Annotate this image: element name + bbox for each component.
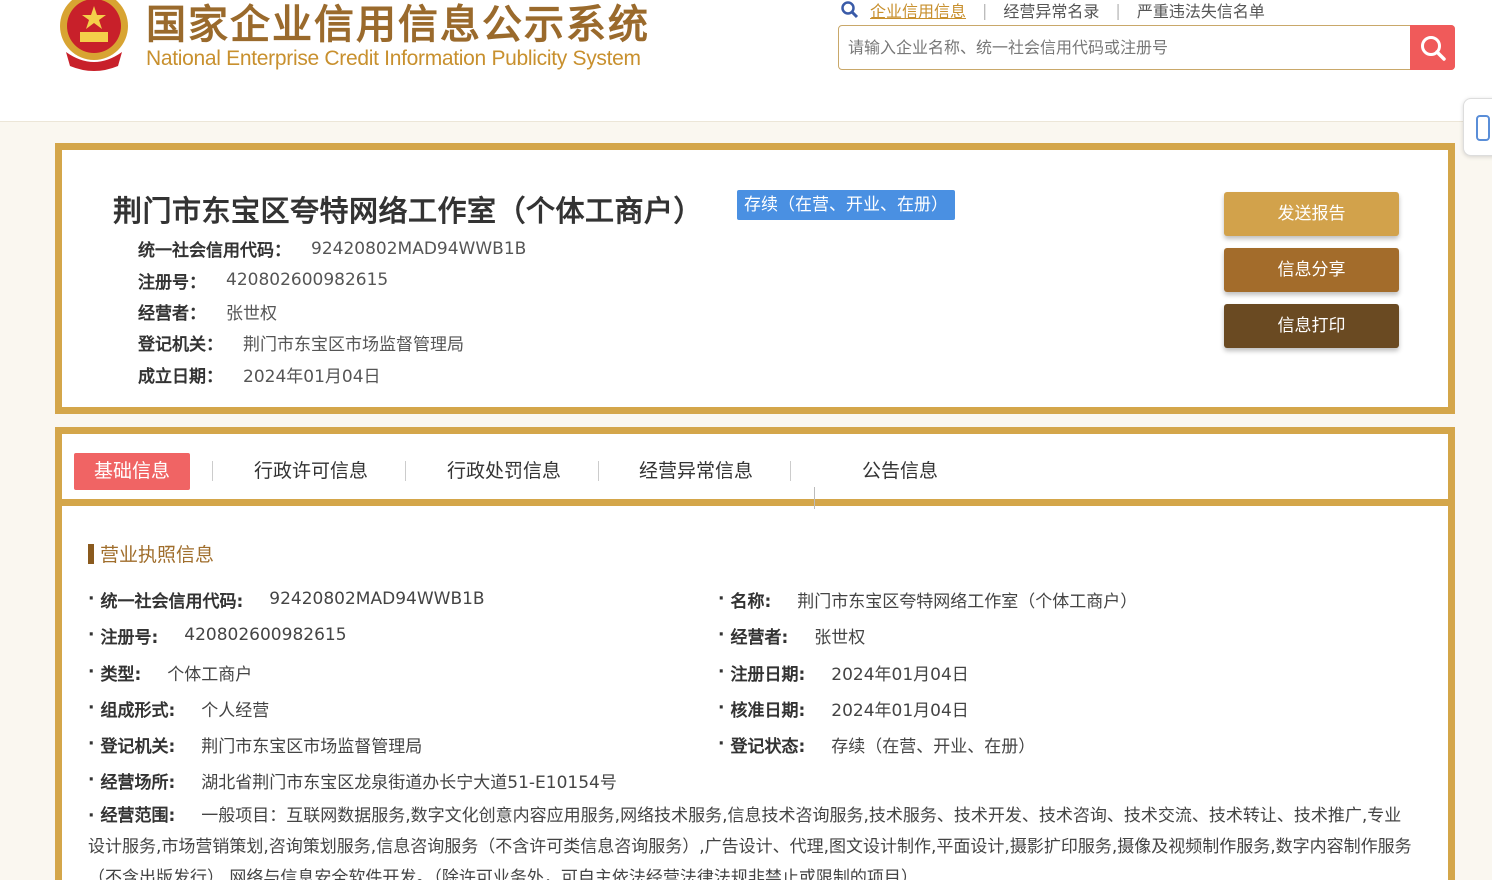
field-value: 个体工商户 — [167, 664, 253, 685]
site-header: 国家企业信用信息公示系统 National Enterprise Credit … — [0, 0, 1492, 122]
summary-label: 经营者： — [138, 303, 206, 324]
field-value: 个人经营 — [201, 700, 270, 721]
field-label: 注册日期: — [730, 664, 806, 685]
field-reg-date: · 注册日期: 2024年01月04日 — [718, 660, 969, 685]
tab-divider — [405, 461, 406, 481]
field-label: 经营范围: — [100, 806, 176, 826]
field-value: 一般项目：互联网数据服务,数字文化创意内容应用服务,网络技术服务,信息技术咨询服… — [88, 806, 1412, 880]
field-label: 登记状态: — [730, 736, 806, 757]
field-operator: · 经营者: 张世权 — [718, 623, 866, 648]
divider: | — [982, 0, 988, 20]
field-value: 92420802MAD94WWB1B — [269, 589, 485, 609]
company-summary-info: 统一社会信用代码： 92420802MAD94WWB1B 注册号： 420802… — [138, 233, 526, 390]
summary-row-operator: 经营者： 张世权 — [138, 296, 526, 327]
field-composition: · 组成形式: 个人经营 — [88, 696, 270, 721]
summary-value: 荆门市东宝区市场监督管理局 — [243, 335, 464, 356]
field-value: 张世权 — [814, 627, 866, 648]
divider — [814, 487, 815, 509]
search-icon — [841, 1, 859, 19]
tab-divider — [790, 461, 791, 481]
summary-value: 张世权 — [226, 303, 277, 324]
field-business-scope: · 经营范围: 一般项目：互联网数据服务,数字文化创意内容应用服务,网络技术服务,信… — [88, 801, 1418, 880]
summary-row-founded: 成立日期： 2024年01月04日 — [138, 359, 526, 390]
field-type: · 类型: 个体工商户 — [88, 660, 253, 685]
site-title: 国家企业信用信息公示系统 — [146, 2, 650, 48]
tab-admin-license[interactable]: 行政许可信息 — [254, 453, 368, 490]
search-button[interactable] — [1410, 25, 1455, 70]
share-info-button[interactable]: 信息分享 — [1224, 248, 1399, 292]
field-label: 统一社会信用代码: — [100, 591, 244, 612]
field-label: 核准日期: — [730, 700, 806, 721]
field-value: 存续（在营、开业、在册） — [831, 736, 1036, 757]
link-enterprise-credit[interactable]: 企业信用信息 — [870, 0, 966, 22]
divider: | — [1115, 0, 1121, 20]
floating-side-tab[interactable] — [1463, 98, 1492, 156]
search-box — [838, 25, 1455, 70]
field-address: · 经营场所: 湖北省荆门市东宝区龙泉街道办长宁大道51-E10154号 — [88, 768, 617, 793]
search-input[interactable] — [839, 26, 1409, 69]
summary-row-credit-code: 统一社会信用代码： 92420802MAD94WWB1B — [138, 233, 526, 264]
field-authority: · 登记机关: 荆门市东宝区市场监督管理局 — [88, 732, 423, 757]
search-icon — [1420, 35, 1446, 61]
field-value: 2024年01月04日 — [831, 700, 969, 721]
field-label: 名称: — [730, 591, 772, 612]
field-value: 湖北省荆门市东宝区龙泉街道办长宁大道51-E10154号 — [201, 772, 617, 793]
field-approval-date: · 核准日期: 2024年01月04日 — [718, 696, 969, 721]
field-name: · 名称: 荆门市东宝区夸特网络工作室（个体工商户） — [718, 587, 1138, 612]
company-name: 荆门市东宝区夸特网络工作室（个体工商户） — [113, 194, 704, 228]
phone-icon — [1476, 115, 1490, 141]
summary-row-reg-no: 注册号： 420802600982615 — [138, 264, 526, 295]
summary-label: 登记机关： — [138, 335, 223, 356]
summary-value: 420802600982615 — [226, 270, 389, 291]
field-value: 荆门市东宝区市场监督管理局 — [201, 736, 423, 757]
field-label: 经营者: — [730, 627, 789, 648]
summary-label: 统一社会信用代码： — [138, 241, 291, 262]
field-label: 组成形式: — [100, 700, 176, 721]
field-label: 注册号: — [100, 627, 159, 648]
tab-divider — [598, 461, 599, 481]
summary-value: 2024年01月04日 — [243, 366, 381, 387]
field-label: 经营场所: — [100, 772, 176, 793]
status-badge: 存续（在营、开业、在册） — [737, 190, 955, 220]
tab-abnormal-operation[interactable]: 经营异常信息 — [639, 453, 753, 490]
top-links: 企业信用信息 | 经营异常名录 | 严重违法失信名单 — [840, 0, 1265, 22]
send-report-button[interactable]: 发送报告 — [1224, 192, 1399, 236]
field-label: 类型: — [100, 664, 142, 685]
field-value: 420802600982615 — [184, 625, 347, 645]
summary-label: 成立日期： — [138, 366, 223, 387]
national-emblem-logo — [60, 0, 128, 71]
tab-basic-info[interactable]: 基础信息 — [74, 453, 191, 490]
tab-announcements[interactable]: 公告信息 — [862, 453, 938, 490]
company-summary-card: 荆门市东宝区夸特网络工作室（个体工商户） 存续（在营、开业、在册） 统一社会信用… — [55, 143, 1455, 414]
summary-row-authority: 登记机关： 荆门市东宝区市场监督管理局 — [138, 327, 526, 358]
detail-panel: 基础信息 行政许可信息 行政处罚信息 经营异常信息 公告信息 营业执照信息 · 统… — [55, 427, 1455, 880]
section-title-text: 营业执照信息 — [100, 544, 215, 566]
info-tabs: 基础信息 行政许可信息 行政处罚信息 经营异常信息 公告信息 — [62, 434, 1448, 506]
field-reg-no: · 注册号: 420802600982615 — [88, 623, 347, 648]
site-subtitle: National Enterprise Credit Information P… — [146, 47, 641, 70]
field-reg-status: · 登记状态: 存续（在营、开业、在册） — [718, 732, 1036, 757]
tab-divider — [212, 461, 213, 481]
field-value: 荆门市东宝区夸特网络工作室（个体工商户） — [797, 591, 1138, 612]
summary-value: 92420802MAD94WWB1B — [311, 238, 527, 259]
print-info-button[interactable]: 信息打印 — [1224, 304, 1399, 348]
section-title: 营业执照信息 — [88, 540, 214, 567]
tab-admin-penalty[interactable]: 行政处罚信息 — [447, 453, 561, 490]
field-label: 登记机关: — [100, 736, 176, 757]
link-serious-violation-list[interactable]: 严重违法失信名单 — [1137, 0, 1265, 22]
section-marker — [88, 543, 94, 564]
field-value: 2024年01月04日 — [831, 664, 969, 685]
link-abnormal-list[interactable]: 经营异常名录 — [1003, 0, 1099, 22]
summary-label: 注册号： — [138, 272, 206, 293]
field-credit-code: · 统一社会信用代码: 92420802MAD94WWB1B — [88, 587, 485, 612]
